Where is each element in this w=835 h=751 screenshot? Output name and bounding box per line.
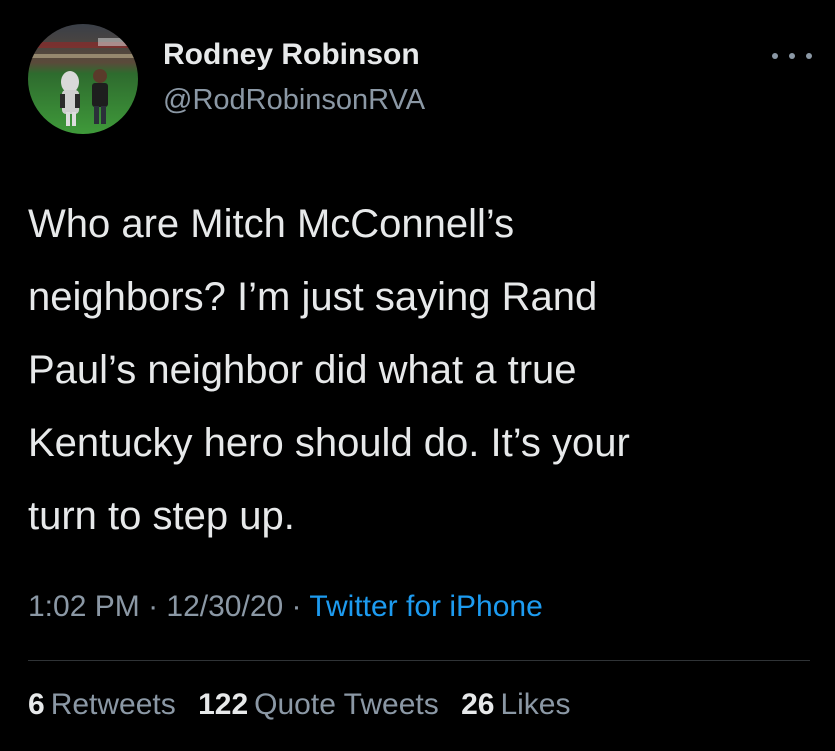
tweet-text: Who are Mitch McConnell’s neighbors? I’m… xyxy=(28,202,630,538)
tweet-detail: Rodney Robinson @RodRobinsonRVA Who are … xyxy=(0,0,835,751)
tweet-source-link[interactable]: Twitter for iPhone xyxy=(309,590,542,623)
likes-label: Likes xyxy=(500,688,571,721)
more-dot xyxy=(806,53,812,59)
retweets-label: Retweets xyxy=(50,688,176,721)
display-name[interactable]: Rodney Robinson xyxy=(163,38,420,72)
tweet-meta: 1:02 PM · 12/30/20 · Twitter for iPhone xyxy=(28,590,543,624)
avatar[interactable] xyxy=(28,24,138,134)
likes-count: 26 xyxy=(461,688,495,721)
avatar-image xyxy=(28,24,138,134)
user-handle[interactable]: @RodRobinsonRVA xyxy=(163,84,425,117)
retweets-count: 6 xyxy=(28,688,45,721)
meta-separator: · xyxy=(283,590,310,623)
quote-tweets-label: Quote Tweets xyxy=(254,688,439,721)
tweet-date[interactable]: 12/30/20 xyxy=(166,590,283,623)
retweets-stat[interactable]: 6 Retweets xyxy=(28,688,176,722)
likes-stat[interactable]: 26 Likes xyxy=(461,688,570,722)
more-dot xyxy=(789,53,795,59)
more-dot xyxy=(772,53,778,59)
more-horizontal-icon[interactable] xyxy=(772,44,812,68)
quote-tweets-count: 122 xyxy=(198,688,249,721)
tweet-stats: 6 Retweets 122 Quote Tweets 26 Likes xyxy=(28,688,584,722)
meta-separator: · xyxy=(139,590,167,623)
divider xyxy=(28,660,810,661)
tweet-time[interactable]: 1:02 PM xyxy=(28,590,140,623)
quote-tweets-stat[interactable]: 122 Quote Tweets xyxy=(198,688,439,722)
